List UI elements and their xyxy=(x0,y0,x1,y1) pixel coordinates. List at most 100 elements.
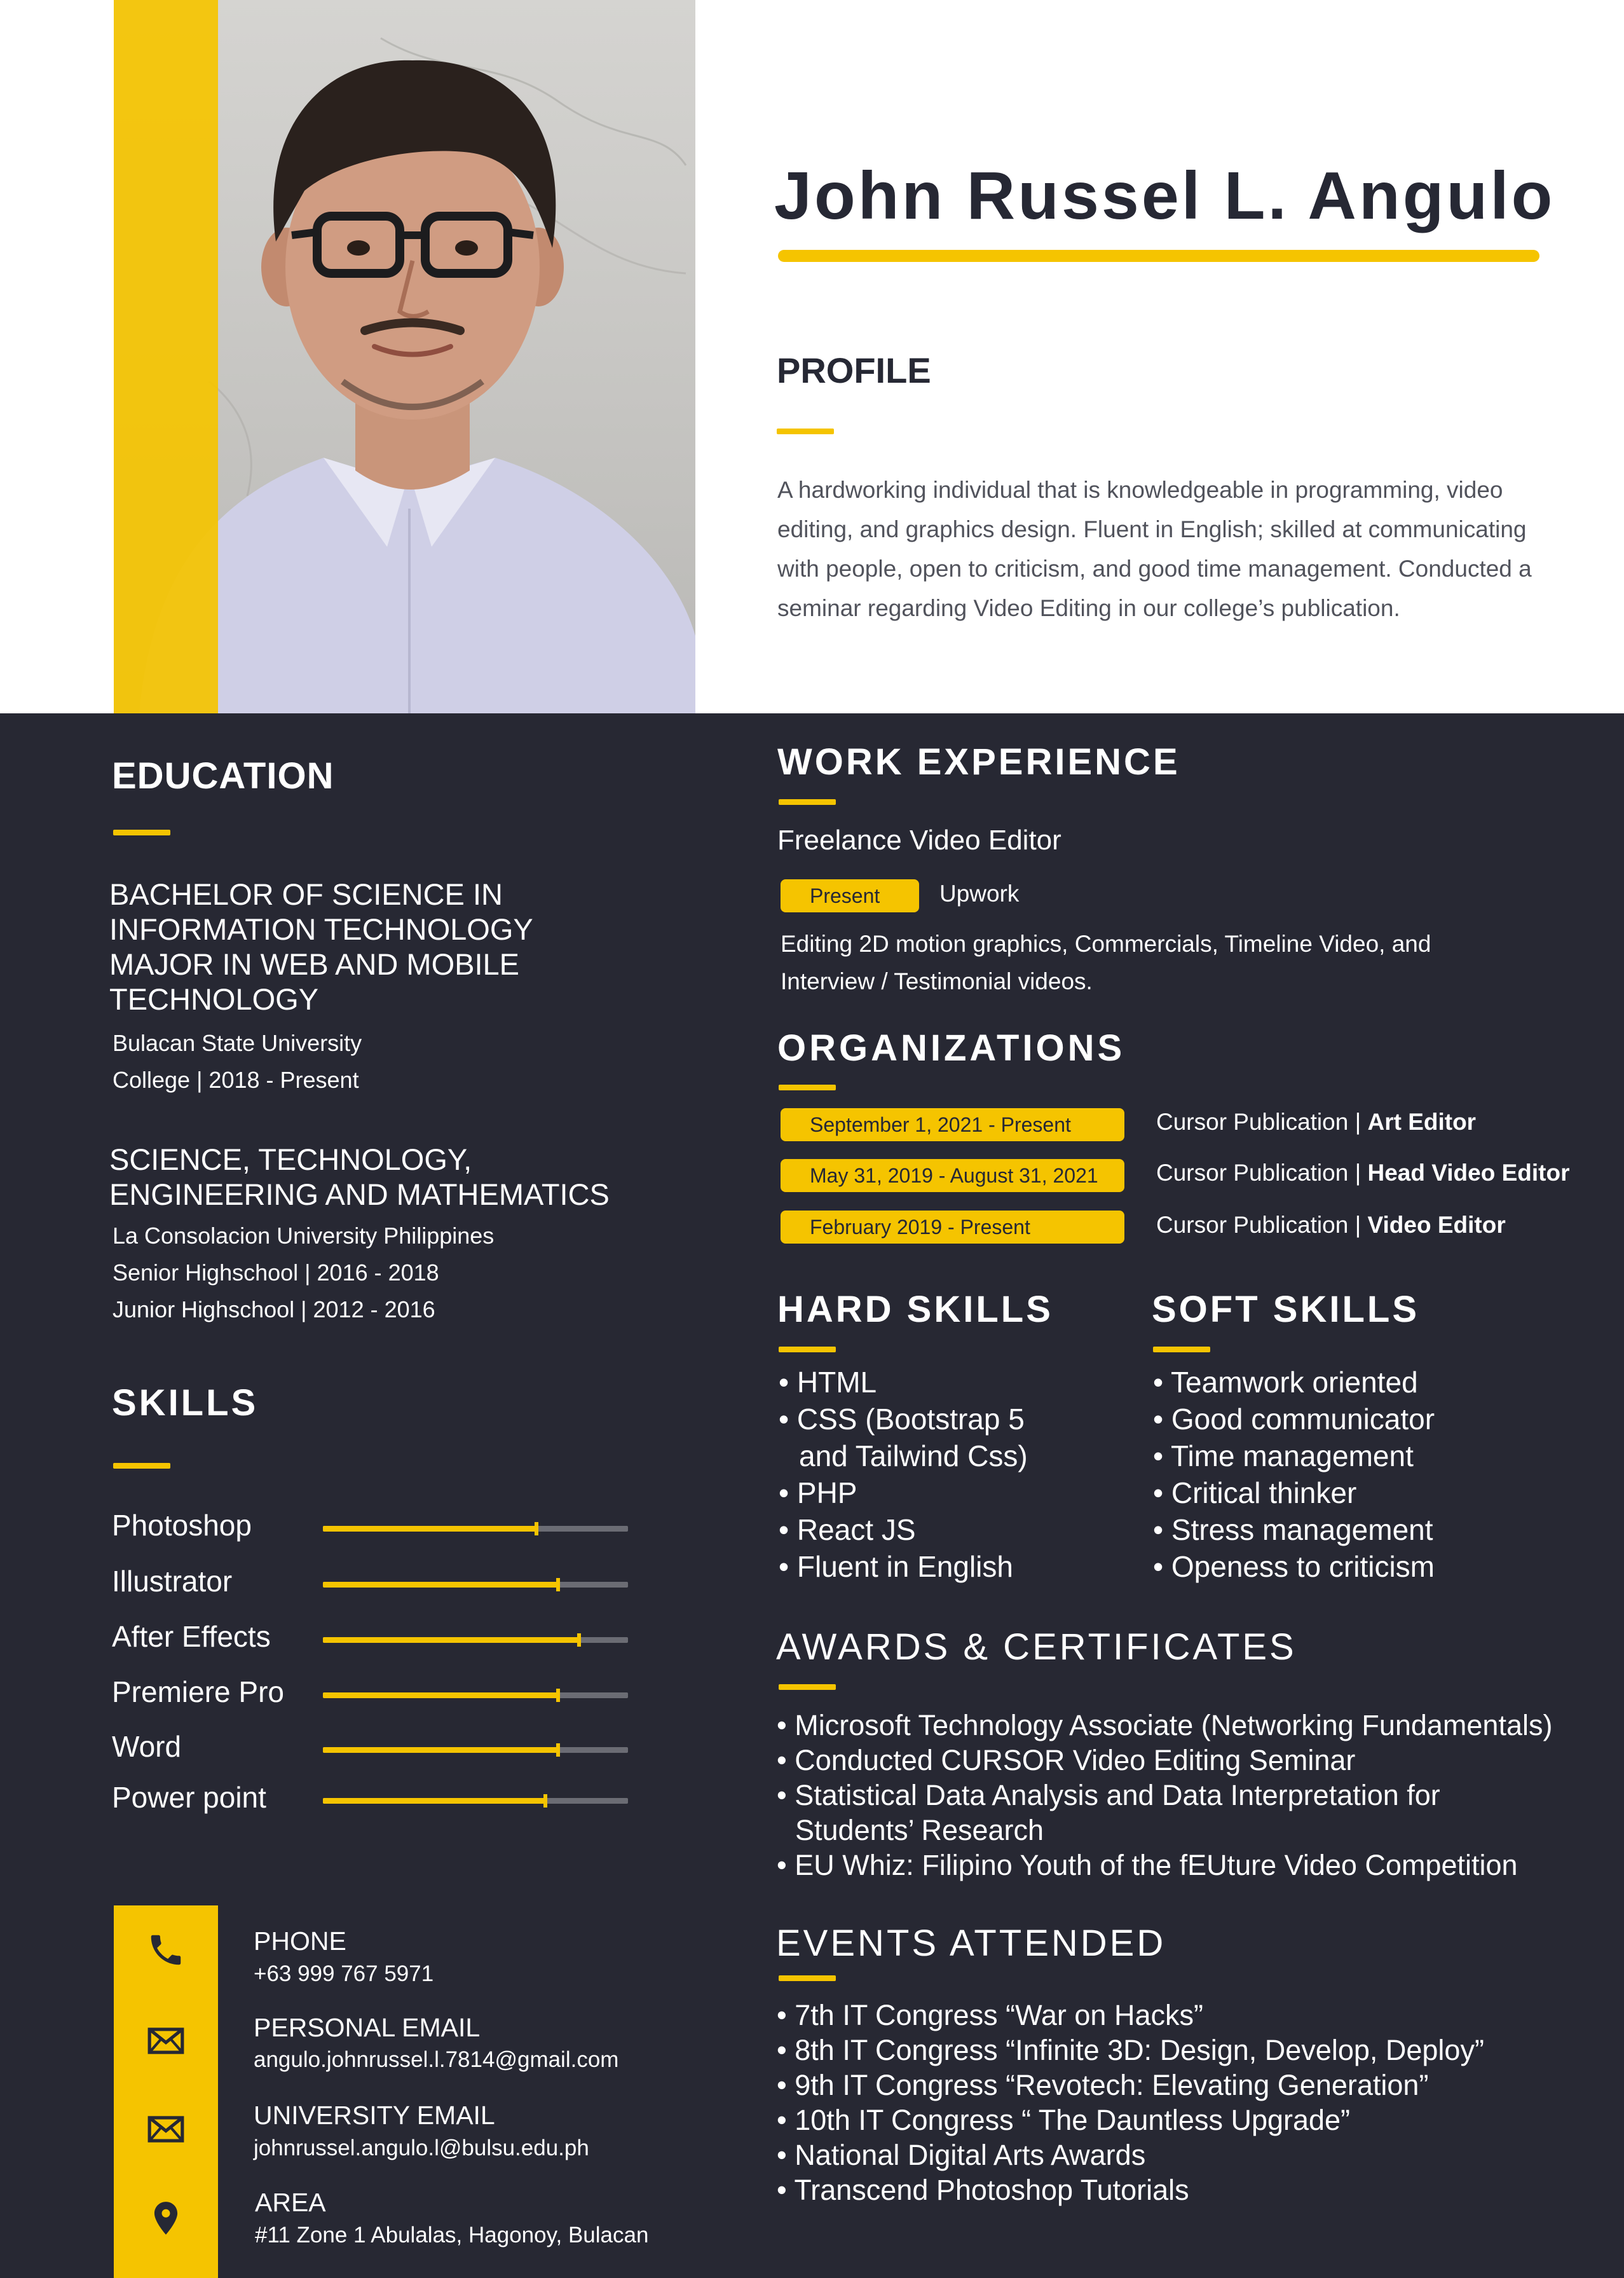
skill-level-track xyxy=(323,1743,628,1757)
phone-value[interactable]: +63 999 767 5971 xyxy=(254,1961,433,1987)
skills-heading: SKILLS xyxy=(112,1382,259,1424)
skill-level-marker xyxy=(556,1578,560,1591)
skill-row: Illustrator xyxy=(112,1564,628,1602)
name-underline xyxy=(778,250,1539,262)
personal-email-label: PERSONAL EMAIL xyxy=(254,2013,481,2042)
mail-icon xyxy=(146,2021,186,2061)
skill-level-track xyxy=(323,1522,628,1535)
education-school-1: Bulacan State University xyxy=(113,1030,362,1056)
hard-skills-list: • HTML • CSS (Bootstrap 5 and Tailwind C… xyxy=(779,1364,1028,1585)
list-item: • Conducted CURSOR Video Editing Seminar xyxy=(777,1744,1356,1776)
education-degree-2: SCIENCE, TECHNOLOGY, ENGINEERING AND MAT… xyxy=(109,1142,610,1211)
org-entry-3: Cursor Publication | Video Editor xyxy=(1156,1212,1506,1238)
skill-level-fill xyxy=(323,1637,580,1643)
list-item: • 9th IT Congress “Revotech: Elevating G… xyxy=(777,2069,1429,2101)
skill-row: Premiere Pro xyxy=(112,1675,628,1713)
skill-level-fill xyxy=(323,1747,558,1753)
work-status-badge: Present xyxy=(781,879,919,912)
university-email-label: UNIVERSITY EMAIL xyxy=(254,2101,495,2130)
profile-heading: PROFILE xyxy=(777,350,931,390)
awards-accent-bar xyxy=(779,1684,836,1690)
university-email-value[interactable]: johnrussel.angulo.l@bulsu.edu.ph xyxy=(254,2136,589,2161)
skill-level-track xyxy=(323,1689,628,1702)
org-dates-1: September 1, 2021 - Present xyxy=(781,1108,1124,1141)
area-value: #11 Zone 1 Abulalas, Hagonoy, Bulacan xyxy=(255,2223,649,2247)
skill-level-track xyxy=(323,1794,628,1808)
list-item: • 7th IT Congress “War on Hacks” xyxy=(777,1999,1203,2031)
work-accent-bar xyxy=(779,799,836,805)
skill-name: Photoshop xyxy=(112,1509,252,1542)
skill-level-fill xyxy=(323,1692,558,1698)
org-entry-2: Cursor Publication | Head Video Editor xyxy=(1156,1160,1570,1186)
skill-level-track xyxy=(323,1578,628,1591)
soft-skills-heading: SOFT SKILLS xyxy=(1152,1289,1419,1330)
education-period-1: College | 2018 - Present xyxy=(113,1067,359,1093)
skill-name: Premiere Pro xyxy=(112,1675,284,1708)
hard-skills-heading: HARD SKILLS xyxy=(777,1289,1053,1330)
skill-row: Word xyxy=(112,1729,628,1767)
list-item: • Openess to criticism xyxy=(1153,1550,1435,1583)
profile-text: A hardworking individual that is knowled… xyxy=(777,477,1532,621)
list-item: • Teamwork oriented xyxy=(1153,1366,1418,1399)
awards-heading: AWARDS & CERTIFICATES xyxy=(776,1626,1297,1668)
hard-skills-accent-bar xyxy=(779,1347,836,1352)
list-item: • National Digital Arts Awards xyxy=(777,2139,1146,2171)
events-accent-bar xyxy=(779,1975,836,1981)
list-item: • Microsoft Technology Associate (Networ… xyxy=(777,1709,1553,1741)
list-item: • Fluent in English xyxy=(779,1550,1013,1583)
work-title: Freelance Video Editor xyxy=(777,825,1061,856)
org-dates-3: February 2019 - Present xyxy=(781,1211,1124,1244)
events-list: • 7th IT Congress “War on Hacks” • 8th I… xyxy=(777,1998,1484,2207)
list-item: • 10th IT Congress “ The Dauntless Upgra… xyxy=(777,2104,1351,2136)
skill-name: After Effects xyxy=(112,1620,271,1653)
events-heading: EVENTS ATTENDED xyxy=(776,1923,1166,1964)
list-item: • React JS xyxy=(779,1513,916,1546)
soft-skills-list: • Teamwork oriented • Good communicator … xyxy=(1153,1364,1435,1585)
list-item: • Statistical Data Analysis and Data Int… xyxy=(777,1779,1440,1811)
education-period-2: Senior Highschool | 2016 - 2018 xyxy=(113,1259,439,1286)
skill-level-fill xyxy=(323,1582,558,1588)
list-item: • Critical thinker xyxy=(1153,1476,1357,1509)
skill-level-marker xyxy=(535,1522,538,1535)
soft-skills-accent-bar xyxy=(1153,1347,1210,1352)
list-item: • 8th IT Congress “Infinite 3D: Design, … xyxy=(777,2034,1484,2066)
list-item: Students’ Research xyxy=(795,1814,1044,1846)
skill-row: After Effects xyxy=(112,1619,628,1657)
skill-level-marker xyxy=(577,1633,582,1647)
organizations-heading: ORGANIZATIONS xyxy=(777,1027,1126,1069)
skill-row: Power point xyxy=(112,1780,628,1818)
list-item: • CSS (Bootstrap 5 xyxy=(779,1403,1025,1436)
work-description: Editing 2D motion graphics, Commercials,… xyxy=(781,931,1431,994)
skill-name: Power point xyxy=(112,1781,266,1814)
awards-list: • Microsoft Technology Associate (Networ… xyxy=(777,1708,1552,1883)
education-heading: EDUCATION xyxy=(112,755,334,797)
profile-accent-bar xyxy=(777,429,834,434)
list-item: • HTML xyxy=(779,1366,877,1399)
skill-level-fill xyxy=(323,1798,546,1804)
education-school-2: La Consolacion University Philippines xyxy=(113,1223,495,1249)
area-label: AREA xyxy=(255,2188,326,2217)
list-item: and Tailwind Css) xyxy=(799,1439,1028,1472)
skill-name: Word xyxy=(112,1730,182,1763)
phone-label: PHONE xyxy=(254,1926,346,1956)
phone-icon xyxy=(146,1930,186,1970)
mail-icon xyxy=(146,2110,186,2149)
personal-email-value[interactable]: angulo.johnrussel.l.7814@gmail.com xyxy=(254,2047,618,2073)
skill-level-marker xyxy=(556,1689,560,1702)
education-degree-1: BACHELOR OF SCIENCE IN INFORMATION TECHN… xyxy=(109,877,533,1016)
skill-level-fill xyxy=(323,1526,536,1532)
skill-level-track xyxy=(323,1633,628,1647)
candidate-name: John Russel L. Angulo xyxy=(774,158,1555,233)
org-dates-2: May 31, 2019 - August 31, 2021 xyxy=(781,1159,1124,1192)
list-item: • PHP xyxy=(779,1476,857,1509)
list-item: • Good communicator xyxy=(1153,1403,1435,1436)
organizations-accent-bar xyxy=(779,1085,836,1090)
work-heading: WORK EXPERIENCE xyxy=(777,741,1180,783)
skill-name: Illustrator xyxy=(112,1565,233,1598)
skill-row: Photoshop xyxy=(112,1508,628,1546)
list-item: • Transcend Photoshop Tutorials xyxy=(777,2174,1189,2206)
skill-level-marker xyxy=(543,1794,548,1808)
education-period-3: Junior Highschool | 2012 - 2016 xyxy=(113,1296,435,1322)
list-item: • Time management xyxy=(1153,1439,1414,1472)
education-accent-bar xyxy=(113,830,170,835)
